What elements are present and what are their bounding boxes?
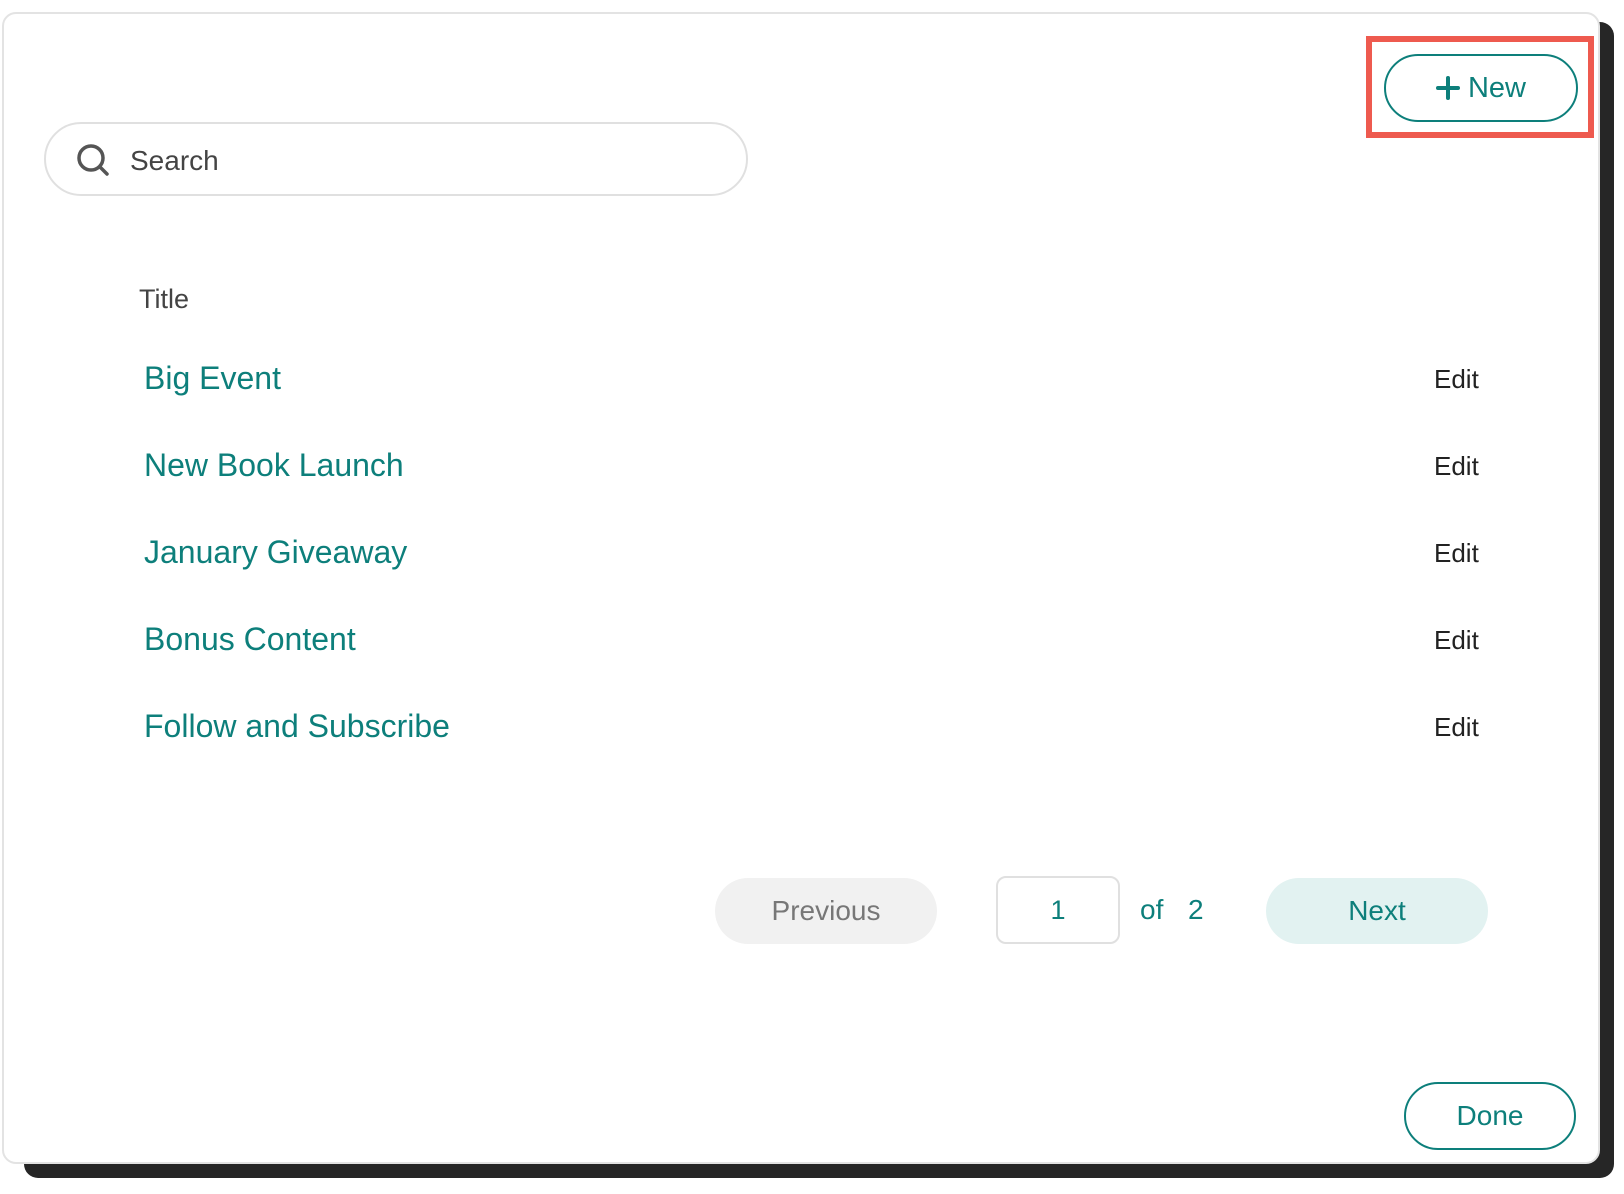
new-button-label: New [1467,71,1526,104]
plus-icon [1435,76,1460,100]
search-icon [77,144,109,176]
search-box[interactable] [44,122,748,196]
edit-link[interactable]: Edit [1434,538,1479,569]
list-item-title[interactable]: Bonus Content [144,621,356,658]
column-header-title: Title [139,284,190,314]
list-item-title[interactable]: Big Event [144,360,281,397]
total-pages: 2 [1188,894,1204,925]
page-of-label: of [1140,894,1164,925]
dialog: New Title Big Event Edit New Book Launch… [2,12,1600,1164]
new-button[interactable]: New [1384,54,1578,122]
list-item-title[interactable]: New Book Launch [144,447,404,484]
page-number-input[interactable]: 1 [996,876,1120,944]
done-button[interactable]: Done [1404,1082,1576,1150]
edit-link[interactable]: Edit [1434,451,1479,482]
edit-link[interactable]: Edit [1434,712,1479,743]
search-input[interactable] [128,136,722,186]
previous-button[interactable]: Previous [715,878,937,944]
list-item-title[interactable]: January Giveaway [144,534,407,571]
edit-link[interactable]: Edit [1434,625,1479,656]
list-item-title[interactable]: Follow and Subscribe [144,708,450,745]
next-button[interactable]: Next [1266,878,1488,944]
edit-link[interactable]: Edit [1434,364,1479,395]
